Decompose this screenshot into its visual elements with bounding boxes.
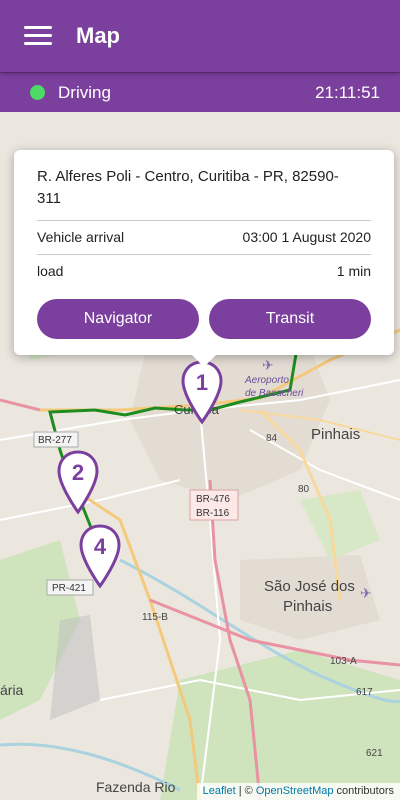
osm-link[interactable]: OpenStreetMap (256, 785, 334, 797)
route-marker-1-label: 1 (196, 370, 208, 395)
map-label-r80: 80 (298, 484, 310, 495)
popup-divider (37, 254, 371, 255)
route-marker-4[interactable]: 4 (78, 524, 122, 590)
load-row: load 1 min (37, 263, 371, 279)
attribution-contributors: contributors (333, 785, 394, 797)
leaflet-link[interactable]: Leaflet (203, 785, 236, 797)
map-attribution: Leaflet | © OpenStreetMap contributors (196, 783, 400, 800)
transit-button[interactable]: Transit (209, 299, 371, 339)
map-label-r621: 621 (366, 748, 383, 759)
airport-icon: ✈ (262, 357, 274, 373)
road-shield-br116: BR-116 (196, 508, 230, 519)
driving-status-bar: Driving 21:11:51 (0, 72, 400, 112)
route-marker-4-label: 4 (94, 534, 107, 559)
road-shield-br277: BR-277 (38, 435, 72, 446)
map-label-sao-jose-1: São José dos (264, 578, 355, 595)
app-bar: Map (0, 0, 400, 72)
popup-divider (37, 220, 371, 221)
status-label: Driving (58, 82, 111, 102)
map-label-r115b: 115-B (142, 612, 168, 623)
load-value: 1 min (336, 263, 371, 279)
page-title: Map (76, 23, 120, 48)
load-label: load (37, 263, 64, 279)
attribution-separator: | © (235, 785, 256, 797)
popup-address: R. Alferes Poli - Centro, Curitiba - PR,… (37, 168, 339, 207)
status-indicator-icon (30, 85, 45, 100)
map-label-r617: 617 (356, 687, 373, 698)
map-label-pinhais: Pinhais (311, 426, 360, 443)
navigator-button[interactable]: Navigator (37, 299, 199, 339)
road-shield-br476: BR-476 (196, 494, 230, 505)
map-label-r84: 84 (266, 433, 278, 444)
status-time: 21:11:51 (315, 83, 380, 102)
route-marker-1[interactable]: 1 (180, 360, 224, 426)
map-label-airport-2: de Bacacheri (245, 388, 304, 399)
address-popup: R. Alferes Poli - Centro, Curitiba - PR,… (14, 150, 394, 367)
menu-icon[interactable] (24, 26, 52, 46)
map-label-r103a: 103-A (330, 656, 357, 667)
route-marker-2-label: 2 (72, 460, 84, 485)
airport-icon-2: ✈ (360, 585, 372, 601)
map-label-araucaria: ária (0, 682, 24, 698)
map-label-sao-jose-2: Pinhais (283, 598, 332, 615)
vehicle-arrival-label: Vehicle arrival (37, 229, 125, 245)
map-label-airport-1: Aeroporto (244, 375, 289, 386)
vehicle-arrival-row: Vehicle arrival 03:00 1 August 2020 (37, 229, 371, 245)
vehicle-arrival-value: 03:00 1 August 2020 (242, 229, 371, 245)
route-marker-2[interactable]: 2 (56, 450, 100, 516)
map-label-fazenda: Fazenda Rio (96, 779, 176, 795)
